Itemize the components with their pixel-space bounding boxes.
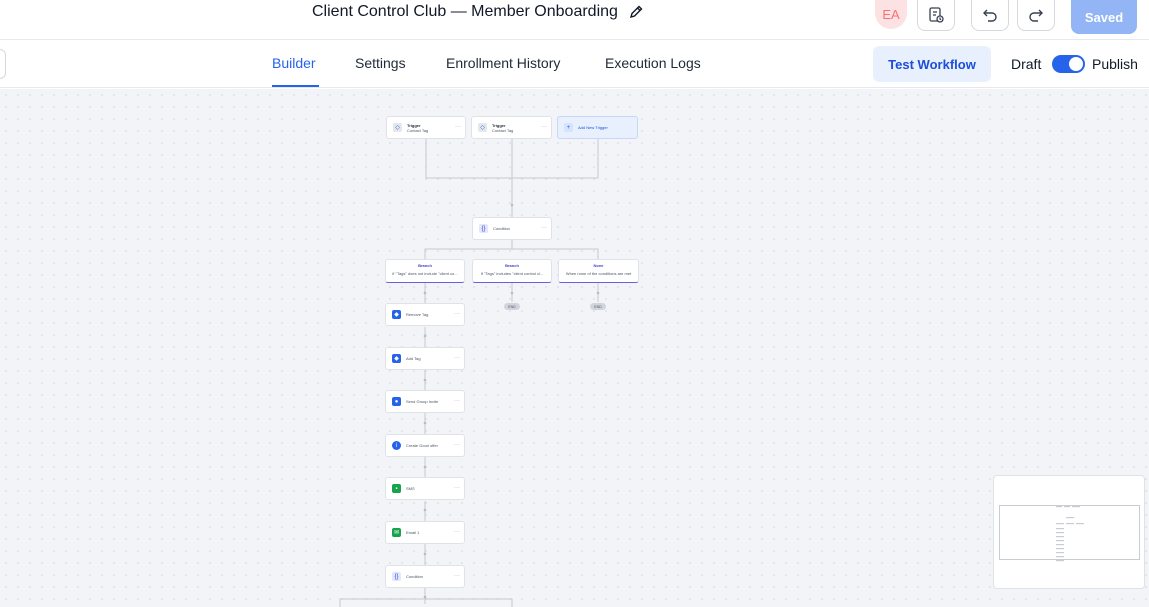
action-node-add-tag[interactable]: ◆ Add Tag ···	[385, 347, 465, 370]
action-node-email[interactable]: ✉ Email 1 ···	[385, 521, 465, 544]
action-node-sms[interactable]: ▪ SMS ···	[385, 477, 465, 500]
branch-node-none[interactable]: None When none of the conditions are met	[558, 259, 639, 283]
redo-button[interactable]	[1017, 0, 1055, 31]
undo-icon	[983, 9, 997, 22]
tag-icon: ◇	[478, 123, 487, 132]
document-history-icon	[929, 7, 944, 23]
top-bar: Client Control Club — Member Onboarding …	[0, 0, 1149, 40]
action-node-send-group-invite[interactable]: ● Send Group Invite ···	[385, 390, 465, 413]
more-options-icon[interactable]: ···	[454, 529, 460, 535]
trigger-node-2[interactable]: ◇ Trigger Contact Tag ···	[471, 116, 552, 139]
more-options-icon[interactable]: ···	[454, 485, 460, 491]
tab-enrollment-history[interactable]: Enrollment History	[446, 55, 560, 71]
plus-icon: +	[564, 123, 573, 132]
condition-icon: {}	[479, 224, 488, 233]
more-options-icon[interactable]: ···	[454, 398, 460, 404]
tag-icon: ◇	[393, 123, 402, 132]
add-trigger-label: Add New Trigger	[578, 125, 608, 130]
action-node-create-good-offer[interactable]: i Create Good offer ···	[385, 434, 465, 457]
trigger-node-1[interactable]: ◇ Trigger Contact Tag ···	[386, 116, 466, 139]
workflow-title-text: Client Control Club — Member Onboarding	[312, 3, 618, 20]
end-pill-branch-none: END	[590, 303, 606, 310]
test-workflow-button[interactable]: Test Workflow	[873, 46, 991, 82]
branch-title: Branch	[418, 263, 432, 268]
action-node-condition[interactable]: {} Condition ···	[385, 565, 465, 588]
user-add-icon: ●	[392, 397, 401, 406]
tab-execution-logs[interactable]: Execution Logs	[605, 55, 701, 71]
tag-remove-icon: ◆	[392, 310, 401, 319]
condition-label: Condition	[493, 226, 510, 231]
action-label: Add Tag	[406, 356, 421, 361]
more-options-icon[interactable]: ···	[454, 573, 460, 579]
branch-node-2[interactable]: Branch If "Tags" includes "client contro…	[472, 259, 552, 283]
minimap-viewport[interactable]	[999, 505, 1140, 560]
action-label: Create Good offer	[406, 443, 438, 448]
action-label: Remove Tag	[406, 312, 429, 317]
action-node-remove-tag[interactable]: ◆ Remove Tag ···	[385, 303, 465, 326]
avatar[interactable]: EA	[875, 0, 907, 29]
document-history-button[interactable]	[917, 0, 955, 31]
action-label: Condition	[406, 574, 423, 579]
end-pill-branch-2: END	[504, 303, 520, 310]
left-panel-toggle[interactable]	[0, 49, 6, 79]
sms-icon: ▪	[392, 484, 401, 493]
action-label: Send Group Invite	[406, 399, 439, 404]
publish-label: Publish	[1092, 56, 1138, 72]
action-label: Email 1	[406, 530, 420, 535]
workflow-title[interactable]: Client Control Club — Member Onboarding	[312, 3, 644, 21]
toggle-knob	[1069, 57, 1083, 71]
connector-lines	[339, 138, 600, 607]
redo-icon	[1029, 9, 1043, 22]
more-options-icon[interactable]: ···	[455, 124, 461, 130]
action-label: SMS	[406, 486, 415, 491]
branch-text: If "Tags" includes "client control cl...	[480, 271, 544, 276]
trigger-node-text: Trigger Contact Tag	[492, 122, 514, 133]
email-icon: ✉	[392, 528, 401, 537]
branch-title: None	[593, 263, 604, 268]
more-options-icon[interactable]: ···	[454, 311, 460, 317]
edit-pencil-icon[interactable]	[628, 4, 644, 20]
saved-button[interactable]: Saved	[1071, 0, 1137, 34]
tab-settings[interactable]: Settings	[355, 55, 406, 71]
more-options-icon[interactable]: ···	[541, 124, 547, 130]
branch-text: When none of the conditions are met	[565, 271, 632, 276]
minimap[interactable]	[993, 475, 1145, 589]
publish-toggle[interactable]	[1052, 55, 1085, 73]
tab-builder[interactable]: Builder	[272, 55, 316, 71]
info-icon: i	[392, 441, 401, 450]
condition-icon: {}	[392, 572, 401, 581]
tag-icon: ◆	[392, 354, 401, 363]
trigger-node-text: Trigger Contact Tag	[407, 122, 429, 133]
more-options-icon[interactable]: ···	[454, 355, 460, 361]
workflow-canvas[interactable]: ◇ Trigger Contact Tag ··· ◇ Trigger Contac…	[0, 89, 1149, 607]
condition-node[interactable]: {} Condition ···	[472, 217, 552, 240]
tabs-row: Builder Settings Enrollment History Exec…	[0, 40, 1149, 88]
branch-title: Branch	[505, 263, 519, 268]
branch-node-1[interactable]: Branch if "Tags" does not include "clien…	[385, 259, 465, 283]
active-tab-indicator	[272, 85, 319, 87]
branch-text: if "Tags" does not include "client co...	[392, 271, 458, 276]
draft-label: Draft	[1011, 56, 1042, 72]
add-trigger-button[interactable]: + Add New Trigger	[557, 116, 638, 139]
undo-button[interactable]	[971, 0, 1009, 31]
more-options-icon[interactable]: ···	[541, 225, 547, 231]
more-options-icon[interactable]: ···	[454, 442, 460, 448]
